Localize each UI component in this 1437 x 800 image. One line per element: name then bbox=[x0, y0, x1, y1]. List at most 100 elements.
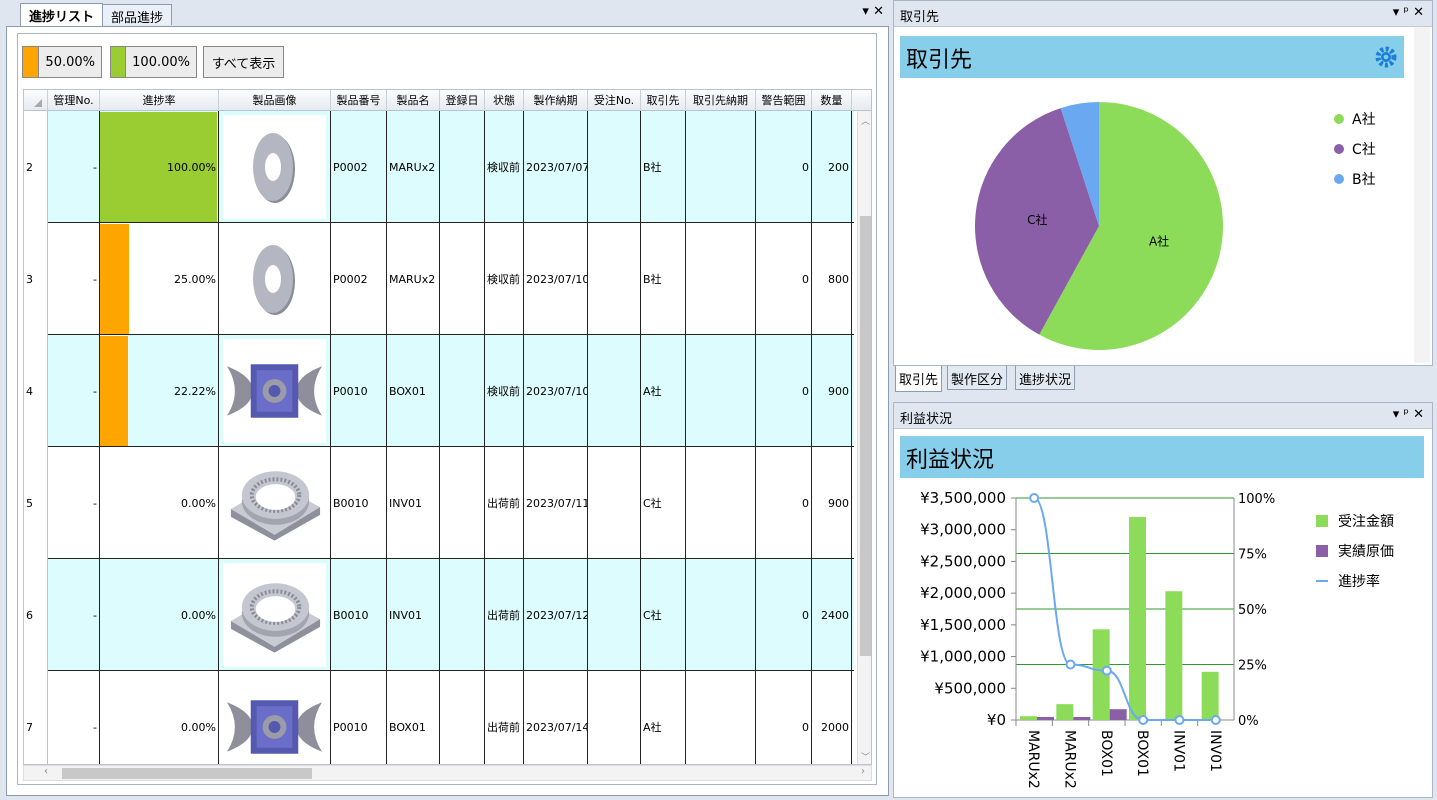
cell-warn[interactable]: 0 bbox=[756, 111, 812, 223]
cell-due[interactable]: 2023/07/10 bbox=[524, 223, 588, 335]
bar-actual-cost[interactable] bbox=[1073, 717, 1091, 720]
cell-status[interactable]: 出荷前 bbox=[485, 559, 524, 671]
cell-progress[interactable]: 25.00% bbox=[100, 223, 219, 335]
cell-image[interactable] bbox=[219, 111, 331, 223]
bar-order-amount[interactable] bbox=[1020, 716, 1037, 720]
pie-legend-item[interactable]: A社 bbox=[1334, 109, 1376, 129]
column-header-order[interactable]: 受注No. bbox=[588, 90, 641, 111]
cell-order[interactable] bbox=[588, 111, 641, 223]
cell-kanri[interactable]: - bbox=[48, 223, 100, 335]
pie-legend-item[interactable]: B社 bbox=[1334, 169, 1376, 189]
progress-point[interactable] bbox=[1174, 715, 1185, 725]
pin-icon[interactable]: ᵖ bbox=[1403, 5, 1409, 20]
cell-due[interactable]: 2023/07/07 bbox=[524, 111, 588, 223]
cell-progress[interactable]: 100.00% bbox=[100, 111, 219, 223]
cell-kanri[interactable]: - bbox=[48, 111, 100, 223]
bar-actual-cost[interactable] bbox=[1109, 709, 1127, 720]
cell-client[interactable]: B社 bbox=[641, 223, 686, 335]
cell-name[interactable]: MARUx2 bbox=[387, 223, 440, 335]
cell-name[interactable]: BOX01 bbox=[387, 335, 440, 447]
cell-name[interactable]: BOX01 bbox=[387, 671, 440, 764]
tab-client[interactable]: 取引先 bbox=[895, 366, 943, 392]
progress-point[interactable] bbox=[1065, 659, 1076, 670]
cell-order[interactable] bbox=[588, 223, 641, 335]
cell-kanri[interactable]: - bbox=[48, 671, 100, 764]
table-row[interactable]: 5 - 0.00% B0010 INV01 出荷前 2023/07/11 C社 0 900 bbox=[24, 447, 854, 559]
progress-point[interactable] bbox=[1101, 665, 1112, 676]
cell-client_due[interactable] bbox=[686, 559, 756, 671]
cell-due[interactable]: 2023/07/11 bbox=[524, 447, 588, 559]
cell-reg[interactable] bbox=[440, 223, 485, 335]
column-header-name[interactable]: 製品名 bbox=[387, 90, 440, 111]
cell-status[interactable]: 出荷前 bbox=[485, 447, 524, 559]
cell-client_due[interactable] bbox=[686, 671, 756, 764]
cell-code[interactable]: B0010 bbox=[331, 559, 387, 671]
dropdown-icon[interactable]: ▾ bbox=[862, 4, 869, 19]
vertical-scroll-thumb[interactable] bbox=[860, 216, 871, 656]
cell-reg[interactable] bbox=[440, 671, 485, 764]
cell-reg[interactable] bbox=[440, 111, 485, 223]
cell-kanri[interactable]: - bbox=[48, 447, 100, 559]
cell-client[interactable]: A社 bbox=[641, 335, 686, 447]
cell-due[interactable]: 2023/07/12 bbox=[524, 559, 588, 671]
filter-100-button[interactable]: 100.00% bbox=[110, 46, 197, 78]
column-header-status[interactable]: 状態 bbox=[485, 90, 524, 111]
row-header[interactable]: 4 bbox=[24, 335, 48, 447]
table-row[interactable]: 6 - 0.00% B0010 INV01 出荷前 2023/07/12 C社 0 2400 bbox=[24, 559, 854, 671]
cell-qty[interactable]: 900 bbox=[812, 447, 852, 559]
bar-actual-cost[interactable] bbox=[1037, 717, 1054, 720]
cell-image[interactable] bbox=[219, 335, 331, 447]
cell-due[interactable]: 2023/07/10 bbox=[524, 335, 588, 447]
column-header-due[interactable]: 製作納期 bbox=[524, 90, 588, 111]
cell-qty[interactable]: 2400 bbox=[812, 559, 852, 671]
cell-code[interactable]: P0010 bbox=[331, 671, 387, 764]
cell-qty[interactable]: 800 bbox=[812, 223, 852, 335]
cell-reg[interactable] bbox=[440, 335, 485, 447]
column-header-image[interactable]: 製品画像 bbox=[219, 90, 331, 111]
gear-icon[interactable] bbox=[1374, 45, 1398, 69]
progress-point[interactable] bbox=[1138, 715, 1149, 725]
cell-image[interactable] bbox=[219, 559, 331, 671]
cell-image[interactable] bbox=[219, 447, 331, 559]
scroll-left-icon[interactable]: ‹ bbox=[44, 766, 48, 777]
cell-warn[interactable]: 0 bbox=[756, 447, 812, 559]
column-header-client_due[interactable]: 取引先納期 bbox=[686, 90, 756, 111]
close-icon[interactable]: ✕ bbox=[1413, 5, 1424, 20]
cell-reg[interactable] bbox=[440, 447, 485, 559]
tab-progress-list[interactable]: 進捗リスト bbox=[20, 3, 104, 26]
column-header-kanri[interactable]: 管理No. bbox=[48, 90, 100, 111]
cell-client_due[interactable] bbox=[686, 111, 756, 223]
cell-code[interactable]: B0010 bbox=[331, 447, 387, 559]
cell-progress[interactable]: 0.00% bbox=[100, 447, 219, 559]
cell-client[interactable]: C社 bbox=[641, 559, 686, 671]
cell-warn[interactable]: 0 bbox=[756, 559, 812, 671]
cell-order[interactable] bbox=[588, 671, 641, 764]
scroll-up-icon[interactable]: ︿ bbox=[861, 114, 870, 127]
close-icon[interactable]: ✕ bbox=[873, 4, 884, 19]
tab-progress-status[interactable]: 進捗状況 bbox=[1015, 366, 1076, 390]
row-header[interactable]: 3 bbox=[24, 223, 48, 335]
horizontal-scrollbar[interactable]: ‹ › bbox=[23, 765, 872, 781]
cell-due[interactable]: 2023/07/14 bbox=[524, 671, 588, 764]
cell-reg[interactable] bbox=[440, 559, 485, 671]
column-header-warn[interactable]: 警告範囲 bbox=[756, 90, 812, 111]
column-header-client[interactable]: 取引先 bbox=[641, 90, 686, 111]
cell-name[interactable]: INV01 bbox=[387, 447, 440, 559]
dropdown-icon[interactable]: ▾ bbox=[1393, 5, 1400, 20]
row-header[interactable]: 2 bbox=[24, 111, 48, 223]
profit-legend-item[interactable]: 受注金額 bbox=[1316, 511, 1394, 531]
bar-order-amount[interactable] bbox=[1165, 591, 1183, 720]
cell-status[interactable]: 検収前 bbox=[485, 335, 524, 447]
cell-order[interactable] bbox=[588, 335, 641, 447]
table-row[interactable]: 4 - 22.22% P0010 BOX01 検収前 2023/07/10 A社 0 900 bbox=[24, 335, 854, 447]
cell-order[interactable] bbox=[588, 447, 641, 559]
progress-point[interactable] bbox=[1029, 493, 1040, 503]
cell-kanri[interactable]: - bbox=[48, 559, 100, 671]
vertical-scrollbar[interactable]: ︿ ﹀ bbox=[857, 111, 871, 764]
cell-code[interactable]: P0010 bbox=[331, 335, 387, 447]
cell-image[interactable] bbox=[219, 223, 331, 335]
cell-client[interactable]: A社 bbox=[641, 671, 686, 764]
cell-qty[interactable]: 2000 bbox=[812, 671, 852, 764]
cell-code[interactable]: P0002 bbox=[331, 111, 387, 223]
bar-order-amount[interactable] bbox=[1129, 517, 1146, 720]
